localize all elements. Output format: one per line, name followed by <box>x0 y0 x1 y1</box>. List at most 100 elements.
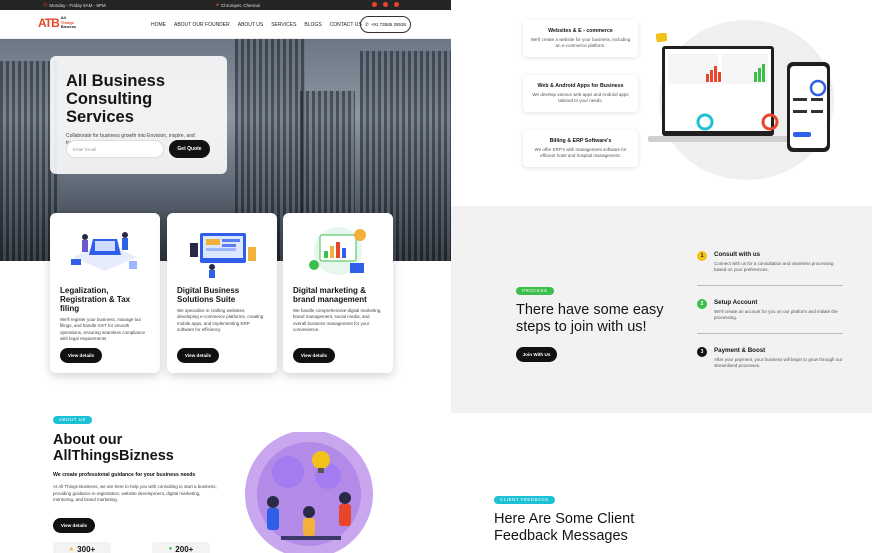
digital-solutions-illustration-icon <box>190 233 256 278</box>
step-number: 3 <box>697 347 707 357</box>
about-title-line-2: AllThingsBizness <box>53 448 174 464</box>
service-desc: We handle comprehensive digital marketin… <box>293 308 382 332</box>
location-info: ● Chrompet, Chennai <box>216 1 261 8</box>
step-desc: We'll create an account for you on our p… <box>714 309 838 321</box>
logo-line-3: Bizness <box>60 24 76 30</box>
process-title: There have some easy steps to join with … <box>516 302 664 335</box>
team-illustration-icon <box>245 432 373 553</box>
location-pin-icon: ● <box>216 1 220 8</box>
quote-form: Enter Email Get Quote <box>66 140 210 158</box>
about-lead: We create professional guidance for your… <box>53 472 196 478</box>
badge-icon <box>656 33 667 42</box>
feature-card-apps: Web & Android Apps for Business We devel… <box>523 75 638 112</box>
about-title-line-1: About our <box>53 432 123 448</box>
phone-icon: ✆ <box>365 21 369 27</box>
top-info-bar: ◷ Monday - Friday 8AM - 9PM ● Chrompet, … <box>0 0 451 10</box>
step-desc: After your payment, your business will b… <box>714 357 843 369</box>
phone-number: +91 73585 28536 <box>370 22 406 27</box>
legal-illustration-icon <box>71 232 137 271</box>
process-tag: PROCESS <box>516 286 554 295</box>
hero-title-line-2: Consulting Services <box>66 90 153 126</box>
nav-blogs[interactable]: BLOGS <box>304 22 321 28</box>
service-desc: We'll register your business, manage tax… <box>60 317 146 341</box>
view-details-button[interactable]: View details <box>293 348 335 363</box>
service-card-digital-solutions: Digital Business Solutions Suite We spec… <box>167 213 277 373</box>
linkedin-icon[interactable] <box>394 2 399 7</box>
feature-title: Web & Android Apps for Business <box>537 83 624 89</box>
hero-title-line-1: All Business <box>66 72 166 90</box>
service-title: Legalization, Registration & Tax filing <box>60 286 131 313</box>
location-text: Chrompet, Chennai <box>221 2 261 8</box>
stat-counter: ● 200+ <box>152 542 210 553</box>
phone-call-button[interactable]: ✆ +91 73585 28536 <box>360 16 411 33</box>
feature-card-erp: Billing & ERP Software's We offer ERP's … <box>523 130 638 167</box>
feature-card-websites: Websites & E - commerce We'll create a w… <box>523 20 638 57</box>
step-title: Payment & Boost <box>714 347 766 354</box>
feedback-title-line-1: Here Are Some Client <box>494 511 635 527</box>
phone-app-icon <box>787 62 830 152</box>
star-icon: ★ <box>68 546 75 553</box>
social-links <box>372 2 399 7</box>
feature-title: Websites & E - commerce <box>548 28 613 34</box>
about-tag: ABOUT US <box>53 415 92 424</box>
hours-text: Monday - Friday 8AM - 9PM <box>49 2 106 8</box>
stat-value: 300+ <box>77 544 96 553</box>
about-title: About our AllThingsBizness <box>53 432 223 464</box>
feature-desc: We offer ERP's with management software … <box>534 147 627 158</box>
feedback-section: CLIENT FEEDBACK Here Are Some Client Fee… <box>494 488 634 545</box>
service-card-legal: Legalization, Registration & Tax filing … <box>50 213 160 373</box>
left-page-column: ◷ Monday - Friday 8AM - 9PM ● Chrompet, … <box>0 0 451 553</box>
about-desc: At All Things Business, we are here to h… <box>53 484 217 502</box>
join-with-us-button[interactable]: Join With Us <box>516 347 557 362</box>
process-step: 2 Setup Account We'll create an account … <box>697 299 843 322</box>
hero-card: All Business Consulting Services Collabo… <box>50 56 227 174</box>
feedback-title-line-2: Feedback Messages <box>494 528 628 544</box>
about-view-details-button[interactable]: View details <box>53 517 95 533</box>
process-intro: PROCESS There have some easy steps to jo… <box>516 279 686 362</box>
step-number: 1 <box>697 251 707 261</box>
logo-mark: ATB <box>38 16 60 30</box>
stat-counter: ★ 300+ <box>53 542 111 553</box>
step-title: Consult with us <box>714 251 761 258</box>
main-navbar: ATB All Things Bizness HOME ABOUT OUR FO… <box>0 10 451 39</box>
right-page-column: Websites & E - commerce We'll create a w… <box>451 0 872 553</box>
feature-desc: We'll create a website for your business… <box>530 37 631 48</box>
step-divider <box>697 333 843 334</box>
feature-title: Billing & ERP Software's <box>549 138 612 144</box>
nav-contact-us[interactable]: CONTACT US <box>330 22 362 28</box>
process-step: 1 Consult with us Connect with us for a … <box>697 251 843 274</box>
marketing-illustration-icon <box>309 227 366 275</box>
hours-info: ◷ Monday - Friday 8AM - 9PM <box>43 1 106 8</box>
laptop-dashboard-icon <box>648 46 788 142</box>
step-number: 2 <box>697 299 707 309</box>
view-details-button[interactable]: View details <box>60 348 102 363</box>
feature-desc: We develop various web apps and Android … <box>532 92 629 103</box>
logo-text: All Things Bizness <box>61 16 76 30</box>
feedback-title: Here Are Some Client Feedback Messages <box>494 511 634 545</box>
step-title: Setup Account <box>714 299 758 306</box>
nav-about-founder[interactable]: ABOUT OUR FOUNDER <box>174 22 230 28</box>
service-card-marketing: Digital marketing & brand management We … <box>283 213 393 373</box>
hero-title: All Business Consulting Services <box>66 72 211 126</box>
email-input[interactable]: Enter Email <box>66 140 164 158</box>
nav-home[interactable]: HOME <box>151 22 166 28</box>
process-section: PROCESS There have some easy steps to jo… <box>451 206 872 413</box>
step-desc: Connect with us for a consultation and s… <box>714 261 834 273</box>
get-quote-button[interactable]: Get Quote <box>169 140 210 158</box>
feedback-tag: CLIENT FEEDBACK <box>494 495 555 504</box>
brand-logo[interactable]: ATB All Things Bizness <box>38 16 76 31</box>
process-step: 3 Payment & Boost After your payment, yo… <box>697 347 843 370</box>
nav-about-us[interactable]: ABOUT US <box>238 22 263 28</box>
nav-links: HOME ABOUT OUR FOUNDER ABOUT US SERVICES… <box>151 22 362 28</box>
nav-services[interactable]: SERVICES <box>271 22 296 28</box>
view-details-button[interactable]: View details <box>177 348 219 363</box>
stat-value: 200+ <box>175 544 194 553</box>
service-title: Digital marketing & brand management <box>293 286 367 304</box>
service-title: Digital Business Solutions Suite <box>177 286 240 304</box>
service-desc: We specialize in crafting websites, deve… <box>177 308 264 332</box>
clock-icon: ◷ <box>43 1 48 8</box>
about-section: ABOUT US About our AllThingsBizness We c… <box>53 408 223 533</box>
step-divider <box>697 285 843 286</box>
twitter-icon[interactable] <box>372 2 377 7</box>
instagram-icon[interactable] <box>383 2 388 7</box>
